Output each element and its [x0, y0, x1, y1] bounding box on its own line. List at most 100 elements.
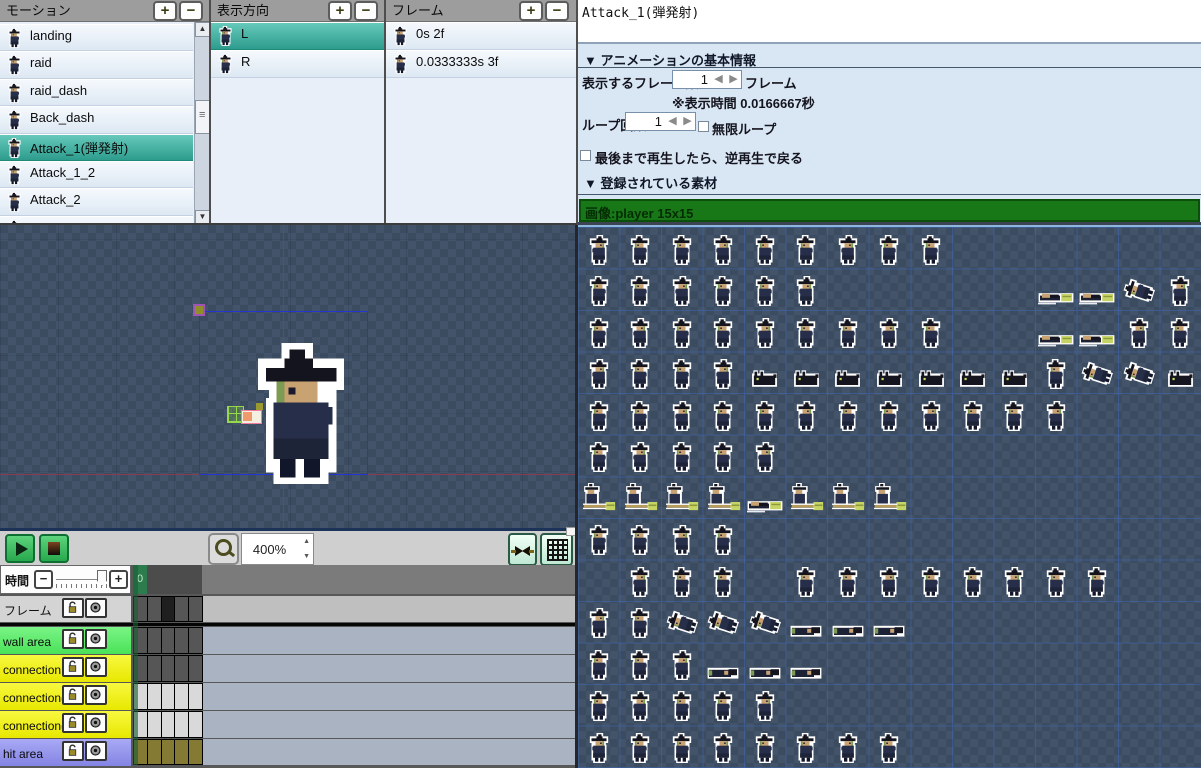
direction-item[interactable]: R [211, 50, 385, 78]
track-label-connection-1-[interactable]: connection(1) [0, 683, 131, 710]
sheet-sprite-cell[interactable] [878, 733, 900, 763]
timeline-cell[interactable] [161, 596, 176, 622]
reverse-playback-checkbox[interactable] [580, 150, 591, 161]
lock-button[interactable] [62, 657, 84, 677]
timeline-cell[interactable] [147, 655, 162, 682]
sheet-sprite-cell[interactable] [671, 276, 693, 306]
spinner-left-icon[interactable]: ◀ [665, 113, 680, 130]
timeline-cell[interactable] [147, 739, 162, 765]
timeline-cell[interactable] [188, 596, 203, 622]
sheet-sprite-cell[interactable] [712, 318, 734, 348]
sheet-sprite-cell[interactable] [872, 483, 907, 514]
sheet-sprite-cell[interactable] [795, 318, 817, 348]
scroll-up-icon[interactable]: ▲ [195, 22, 210, 37]
sheet-sprite-cell[interactable] [588, 318, 610, 348]
sheet-sprite-cell[interactable] [962, 401, 984, 431]
timeline-cell[interactable] [174, 596, 189, 622]
sheet-sprite-cell[interactable] [1001, 369, 1028, 389]
motion-item[interactable]: Attack_1_2 [0, 161, 193, 188]
motion-add-button[interactable]: + [153, 1, 177, 21]
lock-button[interactable] [62, 598, 84, 618]
timeline-grid[interactable]: 0 [133, 565, 577, 768]
sheet-sprite-cell[interactable] [664, 483, 699, 514]
sheet-sprite-cell[interactable] [837, 733, 859, 763]
sheet-sprite-cell[interactable] [588, 401, 610, 431]
animation-canvas[interactable] [0, 225, 577, 530]
timeline-cell[interactable] [174, 711, 189, 738]
sheet-sprite-cell[interactable] [920, 318, 942, 348]
time-zoom-in-button[interactable]: + [109, 570, 128, 589]
sheet-sprite-cell[interactable] [795, 567, 817, 597]
sheet-sprite-cell[interactable] [629, 567, 651, 597]
spinner-right-icon[interactable]: ▶ [680, 113, 695, 130]
sheet-sprite-cell[interactable] [671, 442, 693, 472]
sheet-sprite-cell[interactable] [629, 608, 651, 638]
sheet-sprite-cell[interactable] [754, 733, 776, 763]
direction-add-button[interactable]: + [328, 1, 352, 21]
sheet-sprite-cell[interactable] [789, 483, 824, 514]
timeline-cell[interactable] [147, 683, 162, 710]
motion-item[interactable]: Attack_2 [0, 188, 193, 215]
sheet-sprite-cell[interactable] [837, 318, 859, 348]
visibility-button[interactable] [85, 629, 107, 649]
sheet-sprite-cell[interactable] [832, 624, 864, 638]
play-button[interactable] [5, 534, 35, 563]
timeline-cell[interactable] [188, 711, 203, 738]
sheet-sprite-cell[interactable] [1003, 567, 1025, 597]
sheet-sprite-cell[interactable] [754, 608, 776, 638]
sheet-sprite-cell[interactable] [1167, 369, 1194, 389]
timeline-cell[interactable] [161, 711, 176, 738]
motion-item[interactable]: Attack_1(弾発射) [0, 134, 193, 161]
sheet-sprite-cell[interactable] [712, 276, 734, 306]
zoom-level-input[interactable]: 400% ▲ ▼ [241, 533, 314, 565]
sheet-sprite-cell[interactable] [1169, 318, 1191, 348]
scroll-thumb[interactable] [195, 100, 210, 134]
sheet-sprite-cell[interactable] [920, 567, 942, 597]
sheet-sprite-cell[interactable] [1045, 567, 1067, 597]
timeline-cell[interactable] [188, 655, 203, 682]
sheet-sprite-cell[interactable] [878, 567, 900, 597]
sheet-sprite-cell[interactable] [795, 235, 817, 265]
sheet-sprite-cell[interactable] [1045, 401, 1067, 431]
visibility-button[interactable] [85, 598, 107, 618]
sheet-sprite-cell[interactable] [629, 733, 651, 763]
motion-item[interactable]: landing [0, 24, 193, 51]
timeline-cell[interactable] [147, 711, 162, 738]
sheet-sprite-cell[interactable] [588, 691, 610, 721]
sheet-sprite-cell[interactable] [623, 483, 658, 514]
sheet-sprite-cell[interactable] [837, 401, 859, 431]
material-item[interactable]: 画像:player 15x15 [579, 199, 1200, 222]
frame-item[interactable]: 0.0333333s 3f [386, 50, 576, 78]
sheet-sprite-cell[interactable] [707, 666, 739, 680]
sheet-sprite-cell[interactable] [1045, 359, 1067, 389]
lock-button[interactable] [62, 629, 84, 649]
frame-item[interactable]: 0s 2f [386, 22, 576, 50]
loop-count-input[interactable]: 1 ◀ ▶ [625, 112, 696, 131]
sheet-sprite-cell[interactable] [790, 666, 822, 680]
sheet-sprite-cell[interactable] [830, 483, 865, 514]
motion-item[interactable]: raid [0, 51, 193, 78]
timeline-cell[interactable] [188, 627, 203, 654]
sheet-sprite-cell[interactable] [588, 235, 610, 265]
sheet-sprite-cell[interactable] [588, 276, 610, 306]
timeline-cell[interactable] [161, 739, 176, 765]
sheet-sprite-cell[interactable] [712, 608, 734, 638]
sheet-sprite-cell[interactable] [706, 483, 741, 514]
sheet-sprite-cell[interactable] [878, 318, 900, 348]
timeline-cell[interactable] [161, 655, 176, 682]
infinite-loop-checkbox[interactable] [698, 121, 709, 132]
sheet-sprite-cell[interactable] [1003, 401, 1025, 431]
sheet-sprite-cell[interactable] [1086, 567, 1108, 597]
sheet-sprite-cell[interactable] [588, 359, 610, 389]
sheet-sprite-cell[interactable] [837, 235, 859, 265]
playhead[interactable] [133, 565, 138, 765]
sheet-sprite-cell[interactable] [754, 401, 776, 431]
sheet-sprite-cell[interactable] [1079, 332, 1115, 348]
sheet-sprite-cell[interactable] [795, 276, 817, 306]
visibility-button[interactable] [85, 741, 107, 761]
motion-scrollbar[interactable]: ▲ ▼ [194, 22, 210, 225]
timeline-cell[interactable] [147, 627, 162, 654]
sheet-sprite-cell[interactable] [1128, 276, 1150, 306]
sheet-sprite-cell[interactable] [671, 567, 693, 597]
sheet-sprite-cell[interactable] [793, 369, 820, 389]
